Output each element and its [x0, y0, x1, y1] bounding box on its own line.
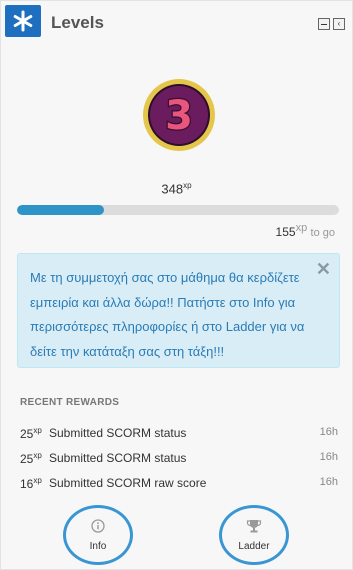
block-header: Levels ‹ — [1, 1, 352, 45]
recent-rewards-heading: RECENT REWARDS — [20, 397, 120, 408]
reward-row: 25xp Submitted SCORM status 16h — [20, 451, 338, 466]
reward-time: 16h — [319, 451, 338, 463]
xp-to-go-suffix: to go — [310, 227, 335, 239]
chevron-left-icon: ‹ — [337, 19, 341, 28]
reward-points: 25xp — [20, 426, 42, 441]
reward-description: Submitted SCORM status — [49, 426, 187, 440]
info-button[interactable]: Info — [63, 505, 133, 565]
info-button-label: Info — [89, 540, 107, 552]
reward-description: Submitted SCORM status — [49, 451, 187, 465]
minimize-icon — [321, 23, 327, 25]
reward-row: 25xp Submitted SCORM status 16h — [20, 426, 338, 441]
level-badge: 3 — [141, 77, 217, 153]
reward-time: 16h — [319, 426, 338, 438]
xp-to-go: 155xp to go — [276, 222, 335, 239]
reward-description: Submitted SCORM raw score — [49, 476, 207, 490]
levels-block: Levels ‹ 3 348xp 155xp to go Με τη συμμε… — [0, 0, 353, 570]
minimize-button[interactable] — [318, 18, 330, 30]
trophy-icon — [246, 519, 262, 532]
reward-row: 16xp Submitted SCORM raw score 16h — [20, 476, 338, 491]
asterisk-icon — [5, 5, 41, 37]
xp-progress-fill — [17, 205, 104, 215]
reward-points: 25xp — [20, 451, 42, 466]
alert-message: Με τη συμμετοχή σας στο μάθημα θα κερδίζ… — [30, 270, 305, 359]
xp-to-go-unit: xp — [295, 222, 308, 234]
info-alert: Με τη συμμετοχή σας στο μάθημα θα κερδίζ… — [17, 253, 340, 368]
reward-points: 16xp — [20, 476, 42, 491]
info-icon — [91, 518, 105, 533]
level-number: 3 — [165, 93, 193, 139]
reward-time: 16h — [319, 476, 338, 488]
xp-total-unit: xp — [183, 181, 192, 190]
xp-to-go-value: 155 — [275, 225, 296, 239]
ladder-button[interactable]: Ladder — [219, 505, 289, 565]
dock-button[interactable]: ‹ — [333, 18, 345, 30]
xp-total-value: 348 — [161, 181, 184, 197]
ladder-button-label: Ladder — [238, 540, 270, 552]
xp-total: 348xp — [1, 181, 352, 196]
close-icon[interactable]: ✕ — [316, 260, 331, 278]
xp-progress-bar — [17, 205, 339, 215]
block-title: Levels — [51, 13, 104, 32]
